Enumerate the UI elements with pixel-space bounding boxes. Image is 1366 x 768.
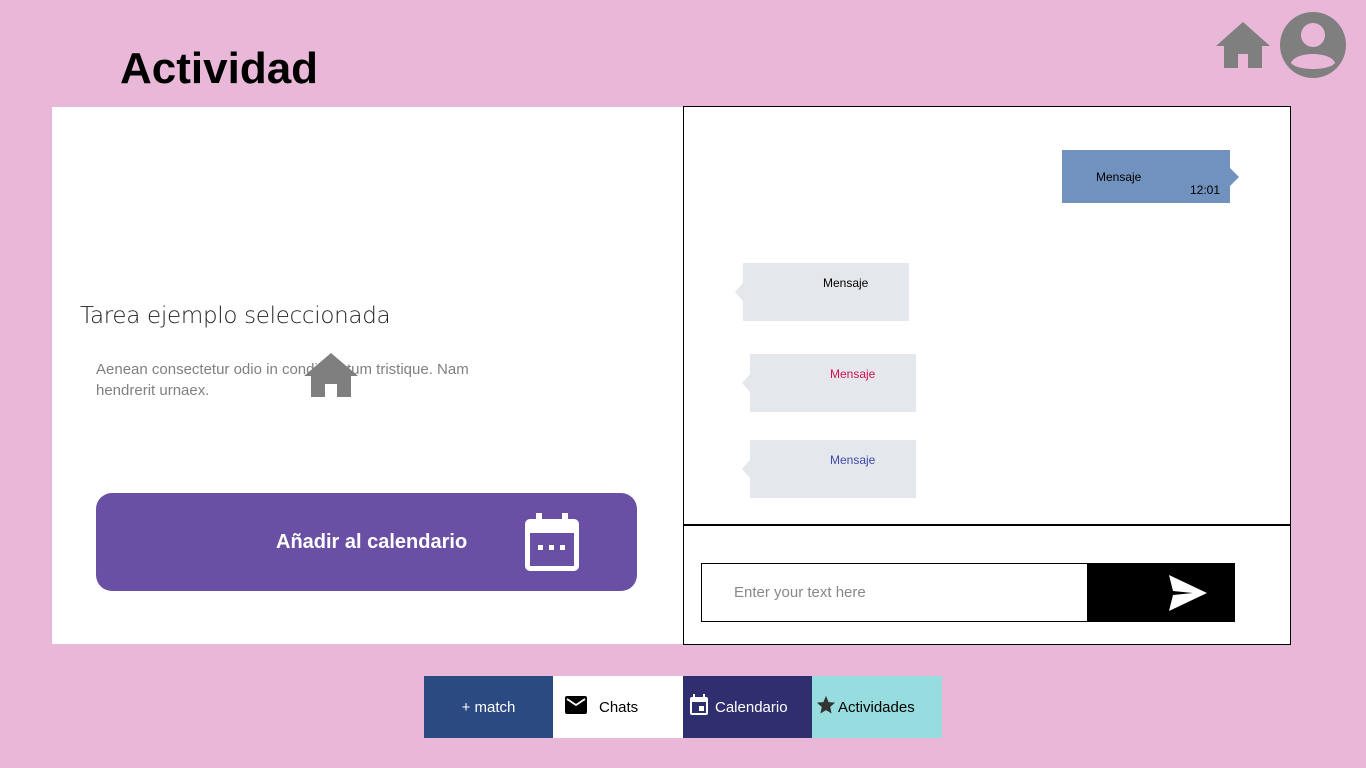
- star-icon: [816, 695, 836, 719]
- message-time: 12:01: [1189, 183, 1220, 197]
- message-text: Mensaje: [830, 453, 876, 467]
- message-input[interactable]: [701, 563, 1088, 622]
- incoming-message: Mensaje: [742, 354, 916, 412]
- chat-divider: [684, 524, 1290, 526]
- incoming-message: Mensaje: [742, 440, 916, 498]
- task-title: Tarea ejemplo seleccionada: [80, 303, 391, 329]
- add-to-calendar-button[interactable]: Añadir al calendario: [96, 493, 637, 591]
- message-text: Mensaje: [830, 367, 876, 381]
- send-button[interactable]: [1087, 563, 1235, 622]
- add-to-calendar-label: Añadir al calendario: [276, 531, 468, 553]
- task-panel: Tarea ejemplo seleccionada Aenean consec…: [52, 107, 683, 644]
- page-title: Actividad: [120, 44, 319, 93]
- nav-tab-label: + match: [461, 698, 516, 716]
- home-icon: [302, 352, 360, 398]
- message-text: Mensaje: [1096, 170, 1142, 184]
- mail-icon: [565, 696, 587, 718]
- calendar-icon: [689, 694, 709, 720]
- message-text: Mensaje: [823, 276, 869, 290]
- send-icon: [1167, 573, 1209, 613]
- nav-tab-label: Actividades: [838, 698, 915, 716]
- nav-tab-calendar[interactable]: Calendario: [683, 676, 812, 738]
- chat-panel: Mensaje 12:01 Mensaje Mensaje Mensaje: [683, 106, 1291, 645]
- nav-tab-label: Chats: [599, 698, 639, 716]
- user-avatar-icon[interactable]: [1279, 11, 1347, 79]
- bottom-nav: + match Chats Calendario Actividades: [424, 676, 942, 738]
- nav-tab-activities[interactable]: Actividades: [812, 676, 942, 738]
- nav-tab-match[interactable]: + match: [424, 676, 553, 738]
- nav-tab-chats[interactable]: Chats: [553, 676, 683, 738]
- nav-tab-label: Calendario: [715, 698, 788, 716]
- incoming-message: Mensaje: [735, 263, 909, 321]
- outgoing-message: Mensaje 12:01: [1062, 150, 1239, 203]
- task-description: Aenean consectetur odio in condimentum t…: [96, 361, 469, 399]
- calendar-icon: [522, 511, 582, 573]
- home-icon[interactable]: [1214, 20, 1272, 70]
